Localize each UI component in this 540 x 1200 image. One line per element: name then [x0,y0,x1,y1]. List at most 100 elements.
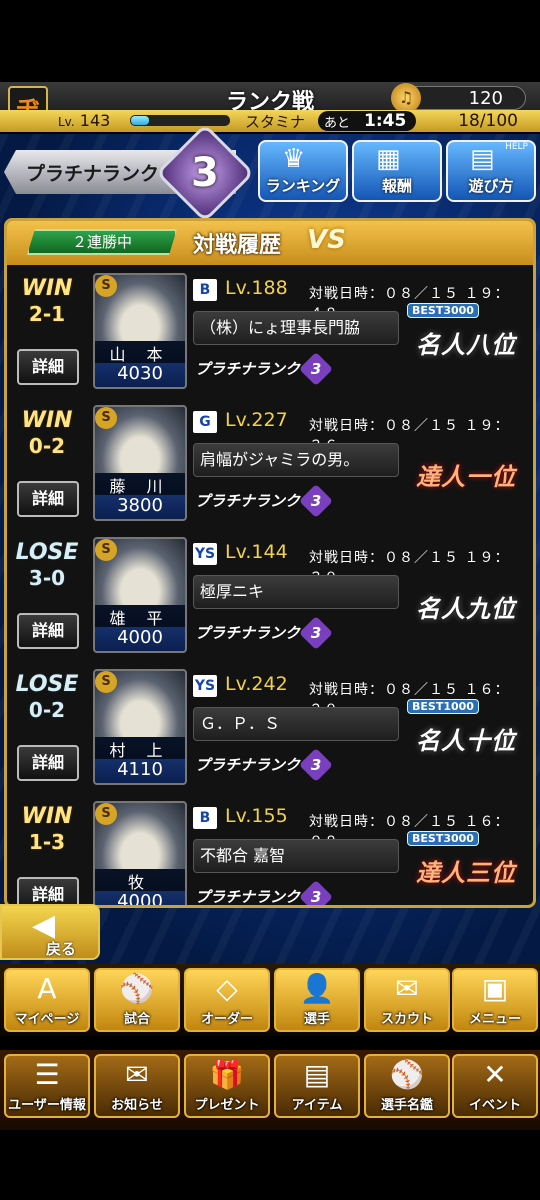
player-card[interactable]: S 藤 川 3800 [93,405,187,521]
player-value: 4000 [117,627,163,648]
history-row: WIN 2-1 詳細 S 山 本 4030 B Lv.188 対戦日時：０８／１… [7,267,533,395]
opponent-rank: プラチナランク 3 [195,484,333,518]
opponent-level: Lv.242 [225,673,288,695]
lose-icon: LOSE 3-0 [15,540,79,590]
gift-icon: 🎁 [209,1058,245,1091]
opponent-info: B Lv.155 対戦日時：０８／１５ １６：０８ 不都合 嘉智 プラチナランク… [193,795,525,905]
coin-value: 120 [468,88,503,109]
stamina-label: スタミナ [245,113,306,131]
mypage-icon: A [37,972,57,1005]
stamina-count: 18/100 [458,111,518,131]
opponent-level: Lv.155 [225,805,288,827]
player-value: 3800 [117,495,163,516]
coin-counter: ♫ 120 [391,83,526,113]
title-badge: 名人九位 [407,575,525,635]
s-rank-icon: S [95,539,117,561]
opponent-name[interactable]: 肩幅がジャミラの男。 [193,443,399,477]
treasure-chest-icon: ▦ [376,144,401,174]
best-badge: BEST3000 [407,303,479,318]
player-value: 4110 [117,759,163,780]
field-icon: ◇ [216,972,238,1005]
player-name: 山 本 [95,341,185,364]
detail-button[interactable]: 詳細 [17,745,79,781]
player-card[interactable]: S 雄 平 4000 [93,537,187,653]
history-row: WIN 1-3 詳細 S 牧 4000 B Lv.155 対戦日時：０８／１５ … [7,795,533,905]
bats-icon: ✕ [483,1058,507,1091]
result-badge: WIN 2-1 詳細 [15,275,85,387]
mail-icon: ✉ [125,1058,149,1091]
sub-nav: ☰ ユーザー情報 ✉ お知らせ 🎁 プレゼント ▤ アイテム ⚾ 選手名鑑 ✕ イベント [0,1050,540,1130]
how-to-play-button[interactable]: HELP ▤ 遊び方 [446,140,536,202]
s-rank-icon: S [95,671,117,693]
opponent-rank: プラチナランク 3 [195,352,333,386]
detail-button[interactable]: 詳細 [17,481,79,517]
player-card[interactable]: S 山 本 4030 [93,273,187,389]
win-icon: WIN 2-1 [21,276,73,326]
panel-header: ２連勝中 対戦履歴 VS [7,221,533,265]
nav-news-button[interactable]: ✉ お知らせ [94,1054,180,1118]
coin-icon: ♫ [391,83,421,113]
history-row: WIN 0-2 詳細 S 藤 川 3800 G Lv.227 対戦日時：０８／１… [7,399,533,527]
player-book-icon: ⚾ [389,1058,425,1091]
reward-button[interactable]: ▦ 報酬 [352,140,442,202]
win-icon: WIN 0-2 [21,408,73,458]
help-book-icon: ▤ [470,144,495,174]
stamina-gauge [130,115,230,126]
best-badge: BEST3000 [407,831,479,846]
scout-icon: ✉ [395,972,419,1005]
player-name: 村 上 [95,737,185,760]
team-logo-icon: G [193,411,217,433]
opponent-info: YS Lv.144 対戦日時：０８／１５ １９：３０ 極厚ニキ プラチナランク3… [193,531,523,659]
rank-emblem-icon: 3 [299,880,333,905]
opponent-name[interactable]: 不都合 嘉智 [193,839,399,873]
opponent-level: Lv.144 [225,541,288,563]
nav-game-button[interactable]: ⚾ 試合 [94,968,180,1032]
team-logo-icon: B [193,279,217,301]
title-badge: BEST3000 名人八位 [407,303,525,371]
rank-title: 達人一位 [416,463,516,491]
player-card[interactable]: S 牧 4000 [93,801,187,905]
ranking-button[interactable]: ♛ ランキング [258,140,348,202]
opponent-name[interactable]: Ｇ．Ｐ．Ｓ [193,707,399,741]
main-nav: A マイページ ⚾ 試合 ◇ オーダー 👤 選手 ✉ スカウト ▣ メニュー [0,964,540,1036]
win-streak-badge: ２連勝中 [27,229,177,255]
player-card[interactable]: S 村 上 4110 [93,669,187,785]
detail-button[interactable]: 詳細 [17,349,79,385]
back-button[interactable]: ◀ 戻る [0,904,100,960]
player-name: 雄 平 [95,605,185,628]
lose-icon: LOSE 0-2 [15,672,79,722]
user-card-icon: ☰ [34,1058,60,1091]
detail-button[interactable]: 詳細 [17,613,79,649]
opponent-info: YS Lv.242 対戦日時：０８／１５ １６：２０ Ｇ．Ｐ．Ｓ プラチナランク… [193,663,523,791]
status-bar: Lv. 143 スタミナ あと 1:45 18/100 [0,110,540,132]
nav-order-button[interactable]: ◇ オーダー [184,968,270,1032]
opponent-level: Lv.188 [225,277,288,299]
opponent-rank: プラチナランク 3 [195,748,333,782]
opponent-name[interactable]: （株）にょ理事長門脇 [193,311,399,345]
player-value: 4030 [117,363,163,384]
panel-title: 対戦履歴 [193,233,282,258]
nav-event-button[interactable]: ✕ イベント [452,1054,538,1118]
nav-scout-button[interactable]: ✉ スカウト [364,968,450,1032]
crown-icon: ♛ [282,144,306,174]
player-icon: 👤 [299,972,335,1005]
title-badge: BEST3000 達人三位 [407,831,525,899]
rank-title: 達人三位 [416,859,516,887]
opponent-name[interactable]: 極厚ニキ [193,575,399,609]
nav-present-button[interactable]: 🎁 プレゼント [184,1054,270,1118]
nav-item-button[interactable]: ▤ アイテム [274,1054,360,1118]
title-badge: 達人一位 [407,443,525,503]
stadium-icon: ⚾ [119,972,155,1005]
nav-user-info-button[interactable]: ☰ ユーザー情報 [4,1054,90,1118]
nav-player-button[interactable]: 👤 選手 [274,968,360,1032]
s-rank-icon: S [95,275,117,297]
nav-menu-button[interactable]: ▣ メニュー [452,968,538,1032]
nav-player-book-button[interactable]: ⚾ 選手名鑑 [364,1054,450,1118]
nav-mypage-button[interactable]: A マイページ [4,968,90,1032]
stamina-gauge-fill [131,116,149,125]
rank-title: 名人十位 [416,727,516,755]
rank-emblem-icon: 3 [299,616,333,650]
rank-title: 名人九位 [416,595,516,623]
opponent-info: B Lv.188 対戦日時：０８／１５ １９：４８ （株）にょ理事長門脇 プラチ… [193,267,523,395]
title-badge: BEST1000 名人十位 [407,699,525,767]
